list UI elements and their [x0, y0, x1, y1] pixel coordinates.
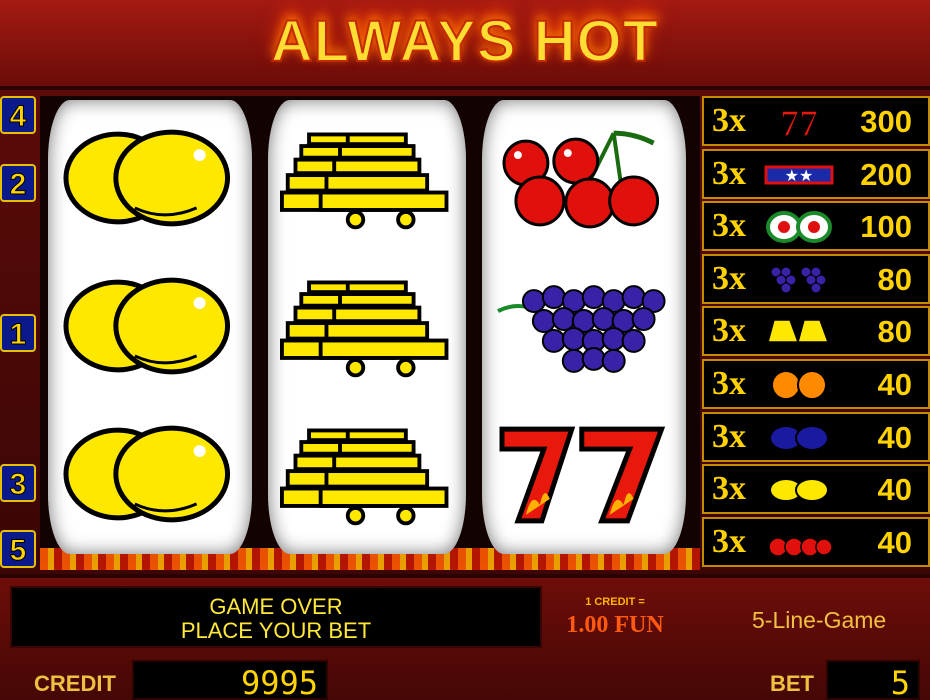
line-marker-2: 2	[0, 164, 36, 202]
pay-value: 80	[877, 261, 912, 297]
pay-value: 200	[860, 156, 912, 192]
game-type-label: 5-Line-Game	[752, 607, 887, 633]
pay-value: 40	[877, 472, 912, 508]
bell-icon	[268, 404, 466, 544]
reel-1	[48, 100, 252, 554]
message-line-2: PLACE YOUR BET	[180, 618, 372, 643]
message-display: GAME OVER PLACE YOUR BET	[10, 586, 542, 648]
message-line-1: GAME OVER	[209, 594, 343, 619]
paytable-row: 3x 80	[702, 253, 930, 304]
paytable-row: 3x 40	[702, 358, 930, 409]
seven-icon	[482, 404, 686, 544]
line-marker-3: 3	[0, 464, 36, 502]
pay-value: 40	[877, 524, 912, 560]
lemon-icon	[48, 256, 252, 396]
pay-multiplier: 3x	[712, 259, 746, 297]
lemon-icon	[764, 472, 834, 508]
pay-multiplier: 3x	[712, 470, 746, 508]
paytable: 3x 77 300 3x ★★ 200 3x 100 3x 80 3x 80 3x 40 3x 40 3…	[702, 96, 930, 569]
lemon-icon	[48, 404, 252, 544]
credit-rate-value: 1.00 FUN	[566, 612, 664, 638]
seven-icon: 77	[764, 102, 834, 146]
bet-display: 5	[826, 660, 920, 700]
bet-label: BET	[770, 671, 814, 696]
melon-icon	[764, 209, 834, 245]
cherry-icon	[482, 108, 686, 248]
pay-multiplier: 3x	[712, 312, 746, 350]
bell-icon	[268, 256, 466, 396]
pay-value: 40	[877, 366, 912, 402]
reel-3	[482, 100, 686, 554]
pay-multiplier: 3x	[712, 154, 746, 192]
credit-rate-label: 1 CREDIT =	[585, 596, 645, 608]
slot-machine-screen: ALWAYS HOT 4 2 1 3 5 3x 77 300 3x ★★ 200…	[0, 0, 930, 700]
pay-multiplier: 3x	[712, 364, 746, 402]
credit-display: 9995	[132, 660, 328, 700]
paytable-row: 3x 77 300	[702, 96, 930, 146]
pay-value: 300	[860, 104, 912, 139]
grapes-icon	[764, 262, 834, 298]
lemon-icon	[48, 108, 252, 248]
paytable-row: 3x 80	[702, 306, 930, 357]
pay-value: 40	[877, 419, 912, 455]
svg-text:77: 77	[780, 104, 818, 140]
paytable-row: 3x 40	[702, 411, 930, 462]
credit-label: CREDIT	[34, 671, 116, 696]
pay-multiplier: 3x	[712, 207, 746, 245]
pay-multiplier: 3x	[712, 102, 746, 139]
bell-icon	[764, 314, 834, 350]
pay-value: 100	[860, 209, 912, 245]
svg-text:★★: ★★	[785, 166, 814, 185]
game-title: ALWAYS HOT	[270, 8, 660, 75]
pay-multiplier: 3x	[712, 417, 746, 455]
line-marker-1: 1	[0, 314, 36, 352]
star-bar-icon: ★★	[764, 157, 834, 193]
paytable-row: 3x 40	[702, 464, 930, 515]
line-marker-4: 4	[0, 96, 36, 134]
paytable-row: 3x ★★ 200	[702, 148, 930, 199]
bell-icon	[268, 108, 466, 248]
grapes-icon	[482, 256, 686, 396]
reel-2	[268, 100, 466, 554]
paytable-row: 3x 100	[702, 201, 930, 252]
cherry-icon	[764, 525, 834, 561]
orange-icon	[764, 367, 834, 403]
paytable-row: 3x 40	[702, 516, 930, 567]
pay-value: 80	[877, 314, 912, 350]
line-marker-5: 5	[0, 530, 36, 568]
title-bar: ALWAYS HOT	[0, 0, 930, 90]
plum-icon	[764, 420, 834, 456]
pay-multiplier: 3x	[712, 522, 746, 560]
